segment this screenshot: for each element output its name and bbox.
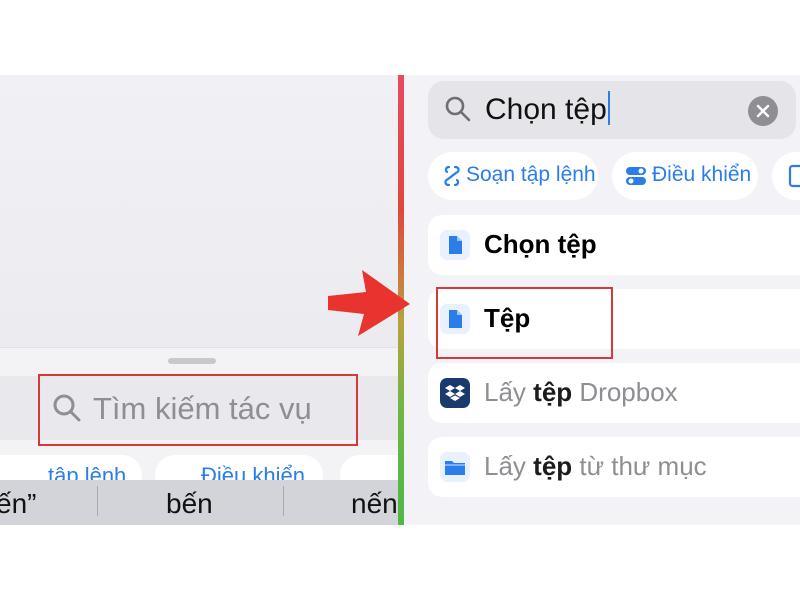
comparison-frame: Tìm kiếm tác vụ tập lệnh Điều khiển ến” … — [0, 75, 800, 525]
chip-device[interactable] — [772, 152, 800, 200]
script-icon — [444, 165, 460, 187]
chip-scripting[interactable]: Soạn tập lệnh — [428, 152, 598, 200]
result-choose-file[interactable]: Chọn tệp — [428, 215, 800, 275]
search-value: Chọn tệp — [485, 93, 607, 126]
sheet-grabber[interactable] — [168, 358, 216, 364]
keyboard-suggestion-bar: ến” bến nến — [0, 480, 398, 525]
dropbox-icon — [440, 378, 470, 408]
close-icon — [756, 104, 770, 118]
document-icon — [440, 230, 470, 260]
red-arrow-icon — [328, 270, 410, 336]
phone-icon — [788, 164, 800, 188]
chip-controls[interactable]: Điều khiển — [612, 152, 758, 200]
suggestion-1[interactable]: ến” — [0, 488, 36, 520]
folder-icon — [440, 452, 470, 482]
search-icon — [445, 96, 471, 122]
action-search-field[interactable]: Chọn tệp — [428, 81, 796, 139]
result-get-folder-file[interactable]: Lấy tệp từ thư mục — [428, 437, 800, 497]
suggestion-divider — [283, 486, 284, 516]
text-caret — [607, 91, 610, 125]
result-get-dropbox-file[interactable]: Lấy tệp Dropbox — [428, 363, 800, 423]
highlight-box-right — [436, 287, 613, 359]
toggle-icon — [626, 167, 646, 185]
suggestion-2[interactable]: bến — [166, 488, 213, 520]
highlight-box-left — [38, 374, 358, 446]
suggestion-divider — [97, 486, 98, 516]
suggestion-3[interactable]: nến — [351, 488, 398, 520]
clear-search-button[interactable] — [748, 96, 778, 126]
